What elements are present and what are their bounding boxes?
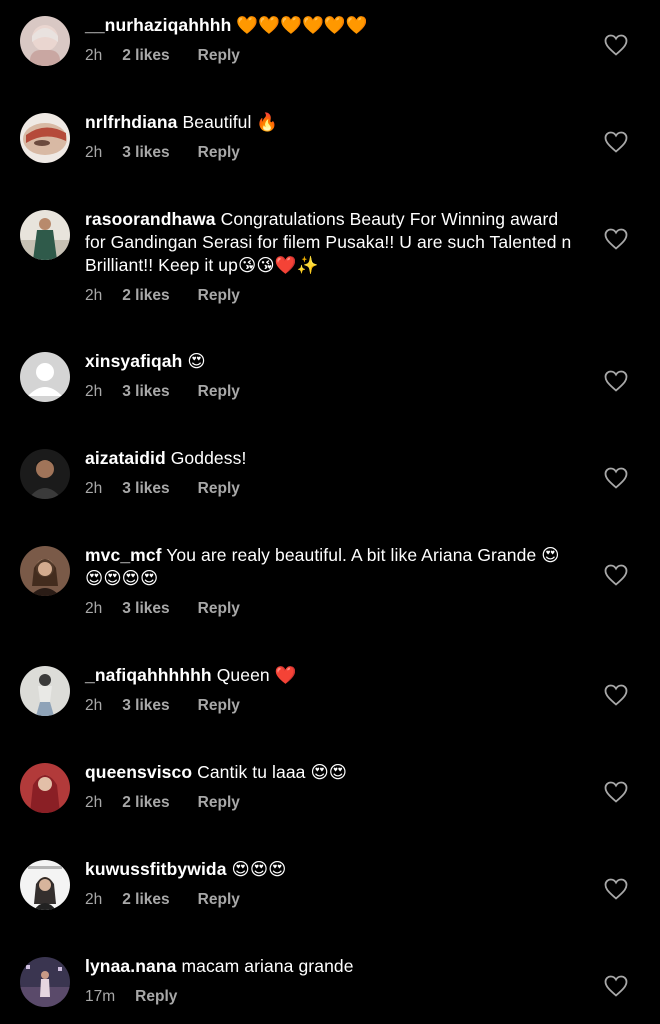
avatar[interactable]: [20, 210, 70, 260]
comment-time: 2h: [85, 47, 103, 64]
comment-username[interactable]: rasoorandhawa: [85, 209, 216, 229]
comment-text: 😍😍😍: [231, 859, 287, 879]
comment-time: 2h: [85, 600, 103, 617]
comment-username[interactable]: nrlfrhdiana: [85, 112, 178, 132]
like-heart-icon[interactable]: [604, 228, 628, 250]
comment-time: 2h: [85, 287, 103, 304]
comment-time: 17m: [85, 988, 116, 1005]
reply-button[interactable]: Reply: [198, 382, 240, 402]
comment-username[interactable]: mvc_mcf: [85, 545, 162, 565]
reply-button[interactable]: Reply: [198, 890, 240, 910]
comment-username[interactable]: queensvisco: [85, 762, 192, 782]
comment-text: 🧡🧡🧡🧡🧡🧡: [236, 15, 368, 35]
comment-text: Goddess!: [170, 448, 247, 468]
comment-likes[interactable]: 3 likes: [122, 696, 169, 716]
reply-button[interactable]: Reply: [198, 696, 240, 716]
avatar[interactable]: [20, 449, 70, 499]
reply-button[interactable]: Reply: [198, 479, 240, 499]
comment-time: 2h: [85, 697, 103, 714]
comment-likes[interactable]: 3 likes: [122, 479, 169, 499]
avatar[interactable]: [20, 957, 70, 1007]
comment-username[interactable]: _nafiqahhhhhh: [85, 665, 212, 685]
comment-likes[interactable]: 2 likes: [122, 46, 169, 66]
comment-likes[interactable]: 2 likes: [122, 793, 169, 813]
like-heart-icon[interactable]: [604, 370, 628, 392]
avatar[interactable]: [20, 860, 70, 910]
like-heart-icon[interactable]: [604, 564, 628, 586]
like-heart-icon[interactable]: [604, 684, 628, 706]
avatar[interactable]: [20, 16, 70, 66]
like-heart-icon[interactable]: [604, 878, 628, 900]
like-heart-icon[interactable]: [604, 467, 628, 489]
reply-button[interactable]: Reply: [198, 46, 240, 66]
comment-username[interactable]: kuwussfitbywida: [85, 859, 227, 879]
avatar[interactable]: [20, 113, 70, 163]
comment-likes[interactable]: 3 likes: [122, 382, 169, 402]
avatar[interactable]: [20, 546, 70, 596]
avatar[interactable]: [20, 352, 70, 402]
like-heart-icon[interactable]: [604, 34, 628, 56]
like-heart-icon[interactable]: [604, 131, 628, 153]
like-heart-icon[interactable]: [604, 781, 628, 803]
comment-likes[interactable]: 3 likes: [122, 143, 169, 163]
comment-time: 2h: [85, 383, 103, 400]
comment-text: Beautiful 🔥: [182, 112, 279, 132]
reply-button[interactable]: Reply: [198, 143, 240, 163]
comment-text: 😍: [187, 351, 206, 371]
reply-button[interactable]: Reply: [198, 286, 240, 306]
reply-button[interactable]: Reply: [198, 599, 240, 619]
comment-username[interactable]: xinsyafiqah: [85, 351, 182, 371]
comment-username[interactable]: lynaa.nana: [85, 956, 176, 976]
comment-time: 2h: [85, 891, 103, 908]
comment-likes[interactable]: 3 likes: [122, 599, 169, 619]
comment-time: 2h: [85, 794, 103, 811]
comment-text: Queen ❤️: [216, 665, 297, 685]
reply-button[interactable]: Reply: [198, 793, 240, 813]
comment-username[interactable]: __nurhaziqahhhh: [85, 15, 231, 35]
comment-text: Cantik tu laaa 😍😍: [197, 762, 348, 782]
comment-text: macam ariana grande: [181, 956, 354, 976]
avatar[interactable]: [20, 763, 70, 813]
comment-time: 2h: [85, 480, 103, 497]
avatar[interactable]: [20, 666, 70, 716]
comment-likes[interactable]: 2 likes: [122, 286, 169, 306]
reply-button[interactable]: Reply: [135, 987, 177, 1007]
like-heart-icon[interactable]: [604, 975, 628, 997]
comment-likes[interactable]: 2 likes: [122, 890, 169, 910]
comment-username[interactable]: aizataidid: [85, 448, 166, 468]
comment-time: 2h: [85, 144, 103, 161]
